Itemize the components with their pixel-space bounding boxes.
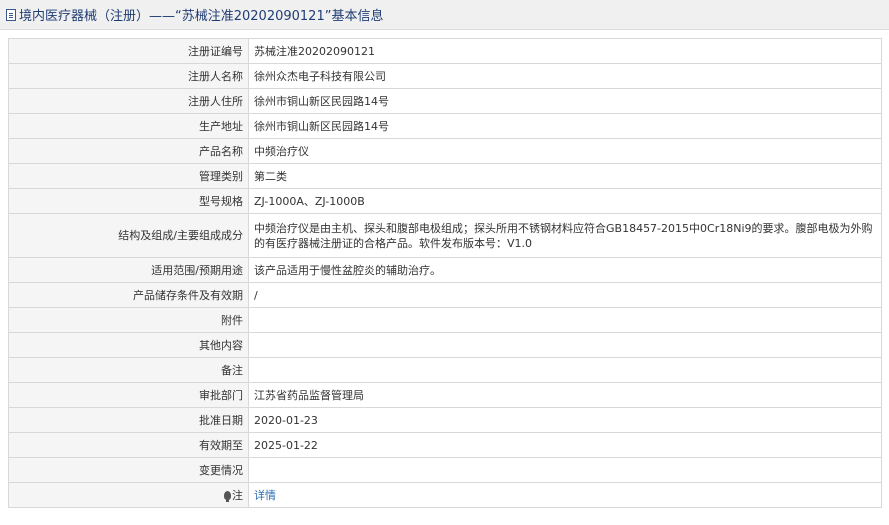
label-storage-validity: 产品储存条件及有效期 [8, 282, 249, 308]
row-registration-number: 注册证编号 苏械注准20202090121 [8, 38, 882, 64]
row-structure-composition: 结构及组成/主要组成成分 中频治疗仪是由主机、探头和腹部电极组成；探头所用不锈钢… [8, 213, 882, 258]
value-other-content [248, 332, 882, 358]
value-approval-department: 江苏省药品监督管理局 [248, 382, 882, 408]
value-approval-date: 2020-01-23 [248, 407, 882, 433]
value-change-history [248, 457, 882, 483]
label-model-spec: 型号规格 [8, 188, 249, 214]
label-structure-composition: 结构及组成/主要组成成分 [8, 213, 249, 258]
row-management-category: 管理类别 第二类 [8, 163, 882, 189]
note-label: 注 [232, 488, 243, 502]
value-production-address: 徐州市铜山新区民园路14号 [248, 113, 882, 139]
label-registrant-address: 注册人住所 [8, 88, 249, 114]
label-other-content: 其他内容 [8, 332, 249, 358]
value-intended-use: 该产品适用于慢性盆腔炎的辅助治疗。 [248, 257, 882, 283]
row-approval-department: 审批部门 江苏省药品监督管理局 [8, 382, 882, 408]
row-change-history: 变更情况 [8, 457, 882, 483]
row-model-spec: 型号规格 ZJ-1000A、ZJ-1000B [8, 188, 882, 214]
value-storage-validity: / [248, 282, 882, 308]
row-product-name: 产品名称 中频治疗仪 [8, 138, 882, 164]
details-link[interactable]: 详情 [248, 482, 882, 508]
row-storage-validity: 产品储存条件及有效期 / [8, 282, 882, 308]
row-approval-date: 批准日期 2020-01-23 [8, 407, 882, 433]
label-approval-date: 批准日期 [8, 407, 249, 433]
row-note: 注 详情 [8, 482, 882, 508]
value-structure-composition: 中频治疗仪是由主机、探头和腹部电极组成；探头所用不锈钢材料应符合GB18457-… [248, 213, 882, 258]
label-management-category: 管理类别 [8, 163, 249, 189]
document-icon [6, 8, 16, 21]
value-registration-number: 苏械注准20202090121 [248, 38, 882, 64]
row-intended-use: 适用范围/预期用途 该产品适用于慢性盆腔炎的辅助治疗。 [8, 257, 882, 283]
page-title: 境内医疗器械（注册）——“苏械注准20202090121”基本信息 [19, 9, 384, 24]
row-attachments: 附件 [8, 307, 882, 333]
label-registration-number: 注册证编号 [8, 38, 249, 64]
label-valid-until: 有效期至 [8, 432, 249, 458]
label-intended-use: 适用范围/预期用途 [8, 257, 249, 283]
label-production-address: 生产地址 [8, 113, 249, 139]
label-remarks: 备注 [8, 357, 249, 383]
label-note: 注 [8, 482, 249, 508]
value-registrant-address: 徐州市铜山新区民园路14号 [248, 88, 882, 114]
label-attachments: 附件 [8, 307, 249, 333]
value-management-category: 第二类 [248, 163, 882, 189]
value-valid-until: 2025-01-22 [248, 432, 882, 458]
info-table: 注册证编号 苏械注准20202090121 注册人名称 徐州众杰电子科技有限公司… [8, 38, 882, 508]
row-valid-until: 有效期至 2025-01-22 [8, 432, 882, 458]
label-product-name: 产品名称 [8, 138, 249, 164]
label-registrant-name: 注册人名称 [8, 63, 249, 89]
value-registrant-name: 徐州众杰电子科技有限公司 [248, 63, 882, 89]
value-attachments [248, 307, 882, 333]
lightbulb-icon [224, 490, 231, 502]
row-registrant-name: 注册人名称 徐州众杰电子科技有限公司 [8, 63, 882, 89]
value-product-name: 中频治疗仪 [248, 138, 882, 164]
row-registrant-address: 注册人住所 徐州市铜山新区民园路14号 [8, 88, 882, 114]
row-other-content: 其他内容 [8, 332, 882, 358]
page-header: 境内医疗器械（注册）——“苏械注准20202090121”基本信息 [0, 0, 889, 30]
value-remarks [248, 357, 882, 383]
row-remarks: 备注 [8, 357, 882, 383]
label-change-history: 变更情况 [8, 457, 249, 483]
label-approval-department: 审批部门 [8, 382, 249, 408]
value-model-spec: ZJ-1000A、ZJ-1000B [248, 188, 882, 214]
row-production-address: 生产地址 徐州市铜山新区民园路14号 [8, 113, 882, 139]
